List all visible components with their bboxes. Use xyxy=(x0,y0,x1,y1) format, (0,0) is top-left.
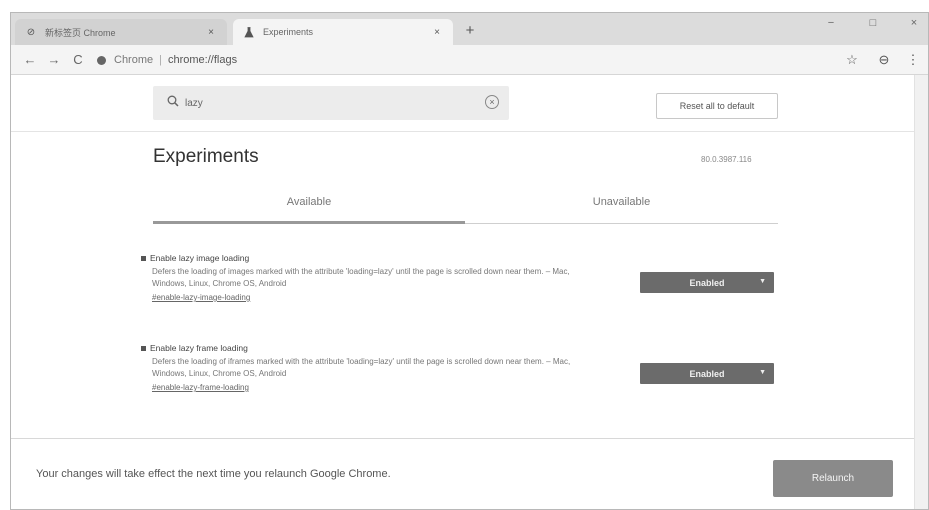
chevron-down-icon: ▼ xyxy=(759,369,766,376)
flag-item: Enable lazy image loading Defers the loa… xyxy=(141,253,781,302)
reload-button[interactable]: C xyxy=(69,51,87,69)
close-icon[interactable]: × xyxy=(205,27,217,38)
bookmark-star-icon[interactable]: ☆ xyxy=(843,51,861,69)
new-tab-button[interactable]: + xyxy=(461,22,479,39)
flag-title-text: Enable lazy frame loading xyxy=(150,343,248,353)
url-scheme: Chrome xyxy=(114,54,154,66)
flag-description: Defers the loading of images marked with… xyxy=(152,267,570,288)
flag-title-text: Enable lazy image loading xyxy=(150,253,250,263)
site-info-icon[interactable] xyxy=(97,55,106,65)
menu-icon[interactable]: ⋮ xyxy=(904,51,922,69)
flag-tabs: Available Unavailable xyxy=(153,191,778,224)
reset-all-button[interactable]: Reset all to default xyxy=(656,93,778,119)
browser-window: ⊘ 新标签页 Chrome × Experiments × + − □ × ← … xyxy=(10,12,929,510)
page-title: Experiments xyxy=(153,146,259,167)
tab-strip: ⊘ 新标签页 Chrome × Experiments × + − □ × xyxy=(11,13,928,45)
tab-new-tab[interactable]: ⊘ 新标签页 Chrome × xyxy=(15,19,227,45)
bullet-icon xyxy=(141,255,146,261)
minimize-button[interactable]: − xyxy=(821,17,841,29)
relaunch-button[interactable]: Relaunch xyxy=(773,460,893,497)
tab-label: Experiments xyxy=(263,27,314,37)
flag-title: Enable lazy frame loading xyxy=(141,343,781,353)
url-text: chrome://flags xyxy=(167,54,238,66)
flag-state-select[interactable]: Enabled ▼ xyxy=(640,272,774,293)
maximize-button[interactable]: □ xyxy=(863,17,883,29)
search-input[interactable] xyxy=(185,94,465,112)
relaunch-footer: Your changes will take effect the next t… xyxy=(11,438,914,509)
version-label: 80.0.3987.116 xyxy=(701,155,752,164)
address-bar[interactable]: Chrome | chrome://flags xyxy=(97,49,817,71)
tab-label: 新标签页 Chrome xyxy=(45,27,116,38)
flask-icon xyxy=(243,26,255,38)
tab-available[interactable]: Available xyxy=(153,191,465,224)
toolbar: ← → C Chrome | chrome://flags ☆ ⊖ ⋮ xyxy=(11,45,928,75)
profile-icon[interactable]: ⊖ xyxy=(875,51,893,69)
flag-item: Enable lazy frame loading Defers the loa… xyxy=(141,343,781,392)
flag-anchor-link[interactable]: #enable-lazy-image-loading xyxy=(152,293,781,302)
no-entry-icon: ⊘ xyxy=(26,26,36,38)
close-icon[interactable]: × xyxy=(431,27,443,38)
chevron-down-icon: ▼ xyxy=(759,278,766,285)
flag-anchor-link[interactable]: #enable-lazy-frame-loading xyxy=(152,383,781,392)
flag-description: Defers the loading of iframes marked wit… xyxy=(152,357,571,378)
flag-state-value: Enabled xyxy=(689,277,725,288)
flags-header: × Reset all to default xyxy=(11,76,914,132)
bullet-icon xyxy=(141,345,146,351)
relaunch-message: Your changes will take effect the next t… xyxy=(36,468,391,480)
flag-title: Enable lazy image loading xyxy=(141,253,781,263)
url-separator: | xyxy=(159,54,162,66)
tab-experiments[interactable]: Experiments × xyxy=(233,19,453,45)
scrollbar[interactable] xyxy=(914,75,928,509)
flag-state-select[interactable]: Enabled ▼ xyxy=(640,363,774,384)
flag-state-value: Enabled xyxy=(689,368,725,379)
search-box[interactable]: × xyxy=(153,86,509,120)
tab-unavailable[interactable]: Unavailable xyxy=(465,191,778,224)
search-icon xyxy=(167,95,179,110)
clear-search-icon[interactable]: × xyxy=(485,95,499,109)
back-button[interactable]: ← xyxy=(21,51,39,69)
forward-button[interactable]: → xyxy=(45,51,63,69)
window-close-button[interactable]: × xyxy=(904,17,924,29)
